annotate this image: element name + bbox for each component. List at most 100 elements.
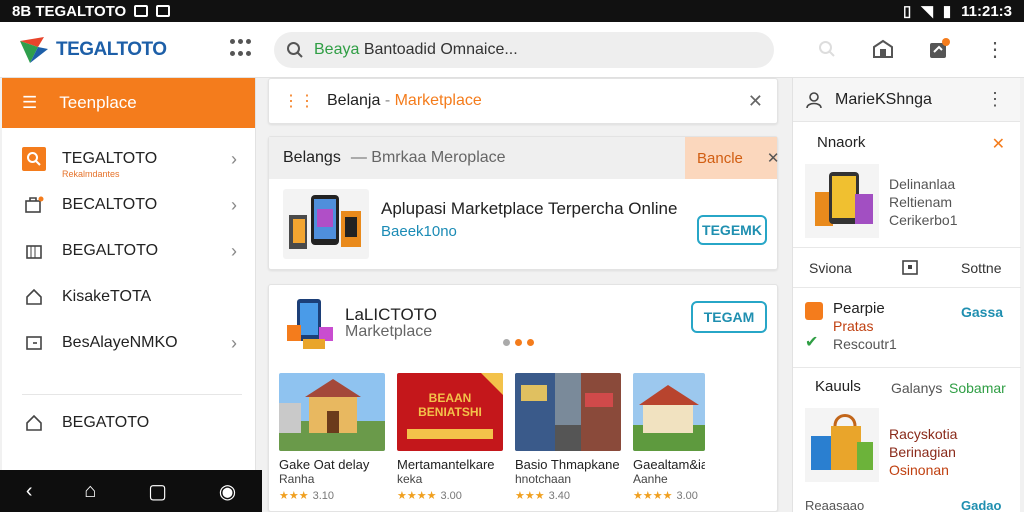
chevron-right-icon: › [231, 240, 237, 261]
rating-stars: ★★★★ [633, 490, 673, 502]
breadcrumb-item[interactable]: Belanja [327, 92, 380, 110]
screen-icon [156, 5, 171, 17]
check-icon: ✔ [805, 334, 819, 351]
system-nav-bar: ‹ ⌂ ▢ ◉ [0, 470, 262, 512]
sidebar-item-label: TEGALTOTO [62, 150, 158, 167]
recents-icon[interactable]: ▢ [148, 479, 167, 504]
product-tile[interactable]: Basio Thmapkane hnotchaan ★★★ 3.40 [515, 373, 621, 502]
apps-grid-icon[interactable] [230, 38, 252, 61]
calendar-icon[interactable] [901, 258, 919, 281]
tab-left[interactable]: Sviona [809, 260, 852, 276]
rating: ★★★ 3.10 [279, 489, 385, 502]
grid-icon: ⋮⋮ [283, 93, 315, 110]
image-icon [134, 5, 149, 17]
promo-tag-label: Bancle [697, 149, 743, 167]
assistant-icon[interactable]: ◉ [219, 479, 236, 504]
search-icon [22, 147, 46, 171]
sidebar-item-sublabel: Rekalmdantes [62, 169, 120, 179]
product-image [633, 373, 705, 451]
store-button[interactable]: TEGAM [691, 301, 767, 333]
sidebar-item-tegaltoto[interactable]: TEGALTOTO Rekalmdantes › [2, 136, 255, 182]
promo-button[interactable]: TEGEMK [697, 215, 767, 245]
promo-image [283, 189, 369, 259]
sidebar-item-besalayenmko[interactable]: BesAlayeNMKO › [2, 320, 255, 366]
sidebar-item-kisaketota[interactable]: KisakeTOTA [2, 274, 255, 320]
store-icon[interactable] [868, 34, 898, 64]
close-icon[interactable]: ✕ [992, 134, 1005, 154]
footer-link[interactable]: Gadao [961, 498, 1001, 512]
folder-icon [22, 331, 46, 355]
sidebar-item-becaltoto[interactable]: BECALTOTO › [2, 182, 255, 228]
store-card: LaLICTOTO Marketplace TEGAM Gake Oat del… [268, 284, 778, 512]
deal-title: Kauuls [815, 378, 861, 395]
breadcrumb: ⋮⋮ Belanja - Marketplace ✕ [268, 78, 778, 124]
search-bar[interactable]: Beaya Bantoadid Omnaice... [274, 32, 774, 68]
user-icon [806, 91, 822, 108]
back-icon[interactable]: ‹ [26, 480, 33, 503]
close-icon[interactable]: ✕ [767, 149, 780, 167]
product-title: Basio Thmapkane [515, 457, 620, 472]
status-time: 11:21:3 [961, 2, 1012, 20]
product-image: BEAAN BENIATSHI [397, 373, 503, 451]
rating-count: 3.40 [548, 490, 571, 502]
sidebar-item-begatoto[interactable]: BEGATOTO [2, 400, 255, 446]
product-image [515, 373, 621, 451]
promo-header-title: Belangs [283, 149, 341, 166]
sidebar-item-label: BECALTOTO [62, 196, 158, 213]
home-icon [22, 411, 46, 435]
product-tile[interactable]: Gaealtam&ia Aanhe ★★★★ 3.00 [633, 373, 705, 502]
rating-stars: ★★★★ [397, 490, 437, 502]
promo-tag[interactable]: Bancle ✕ [685, 137, 780, 179]
rating: ★★★★ 3.00 [633, 489, 705, 502]
rating-stars: ★★★ [279, 490, 309, 502]
home-icon[interactable]: ⌂ [84, 480, 96, 503]
carousel-dots [503, 339, 534, 346]
product-image [805, 164, 879, 238]
banner-text: BEAAN BENIATSHI [418, 391, 482, 419]
promo-title: Aplupasi Marketplace Terpercha Online [381, 199, 678, 218]
tab-right[interactable]: Sottne [961, 260, 1001, 276]
signal-icon: ▮ [942, 3, 952, 20]
tab-row: Sviona Sottne [793, 248, 1021, 288]
notification-icon[interactable] [924, 34, 954, 64]
menu-icon[interactable]: ☰ [22, 93, 37, 113]
more-vert-icon[interactable]: ⋮ [980, 34, 1010, 64]
sidebar-header[interactable]: ☰ Teenplace [2, 78, 255, 128]
product-title: Gake Oat delay [279, 457, 370, 472]
product-image [279, 373, 385, 451]
divider [22, 394, 242, 395]
promo-card: Belangs — Bmrkaa Meroplace Bancle ✕ Aplu… [268, 136, 780, 270]
sidebar-item-begaltoto[interactable]: BEGALTOTO › [2, 228, 255, 274]
order-id: Rescoutr1 [833, 336, 897, 352]
promo-header: Belangs — Bmrkaa Meroplace Bancle ✕ [269, 137, 780, 179]
sidebar-item-label: KisakeTOTA [62, 288, 152, 305]
deal-meta: Galanys [891, 380, 943, 396]
store-subtitle: Marketplace [345, 323, 433, 340]
order-link[interactable]: Gassa [961, 304, 1003, 320]
product-line: Reltienam [889, 194, 953, 210]
status-left-text: 8B TEGALTOTO [12, 2, 127, 20]
chevron-right-icon: › [231, 332, 237, 353]
right-panel-header: MarieKShnga ⋮ [793, 78, 1020, 122]
product-tile[interactable]: BEAAN BENIATSHI Mertamantelkare keka ★★★… [397, 373, 503, 502]
cart-icon [22, 193, 46, 217]
carousel-dot[interactable] [527, 339, 534, 346]
logo-icon [18, 35, 50, 65]
close-icon[interactable]: ✕ [748, 91, 763, 112]
carousel-dot-active[interactable] [515, 339, 522, 346]
search-input[interactable]: Beaya Bantoadid Omnaice... [314, 41, 518, 59]
store-name: LaLICTOTO [345, 305, 437, 324]
carousel-dot[interactable] [503, 339, 510, 346]
deal-line: Berinagian [889, 444, 956, 460]
search-icon[interactable] [812, 34, 842, 64]
logo-text: TEGALTOTO [56, 38, 167, 60]
product-tile[interactable]: Gake Oat delay Ranha ★★★ 3.10 [279, 373, 385, 502]
app-logo[interactable]: TEGALTOTO [18, 35, 218, 65]
order-title: Pearpie [833, 300, 885, 317]
product-image [805, 408, 879, 482]
rating: ★★★ 3.40 [515, 489, 621, 502]
wifi-icon: ◥ [921, 3, 933, 20]
breadcrumb-item-current[interactable]: Marketplace [395, 92, 482, 110]
more-vert-icon[interactable]: ⋮ [986, 89, 1004, 110]
order-status: Pratas [833, 318, 874, 334]
